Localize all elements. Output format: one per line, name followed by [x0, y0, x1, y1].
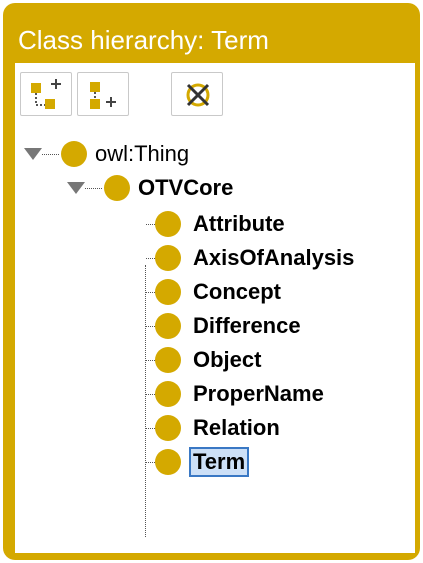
tree-node-relation[interactable]: Relation: [15, 413, 415, 443]
node-label: ProperName: [193, 381, 324, 406]
node-label: OTVCore: [138, 175, 234, 200]
toolbar: [15, 63, 415, 127]
class-icon: [155, 245, 181, 271]
class-tree: owl:Thing OTVCore Attribute AxisOfAnalys…: [15, 127, 415, 553]
class-icon: [155, 279, 181, 305]
add-subclass-button[interactable]: [20, 72, 72, 116]
node-label: Attribute: [193, 211, 285, 236]
add-subclass-icon: [31, 79, 61, 109]
tree-node-concept[interactable]: Concept: [15, 277, 415, 307]
delete-class-button[interactable]: [171, 72, 223, 116]
tree-node-otvcore[interactable]: OTVCore: [15, 173, 415, 203]
tree-node-attribute[interactable]: Attribute: [15, 209, 415, 239]
tree-node-propername[interactable]: ProperName: [15, 379, 415, 409]
panel-content: owl:Thing OTVCore Attribute AxisOfAnalys…: [15, 63, 415, 553]
tree-connector: [42, 154, 59, 155]
expand-toggle-icon[interactable]: [24, 148, 42, 160]
class-icon: [155, 449, 181, 475]
tree-node-axisofanalysis[interactable]: AxisOfAnalysis: [15, 243, 415, 273]
tree-node-owl-thing[interactable]: owl:Thing: [15, 139, 415, 169]
class-icon: [155, 313, 181, 339]
panel-title: Class hierarchy: Term: [18, 25, 269, 55]
add-sibling-button[interactable]: [77, 72, 129, 116]
class-icon: [155, 415, 181, 441]
node-label: Relation: [193, 415, 280, 440]
node-label: Difference: [193, 313, 301, 338]
delete-class-icon: [186, 83, 210, 107]
node-label: Object: [193, 347, 262, 372]
class-icon: [155, 381, 181, 407]
class-icon: [104, 175, 130, 201]
tree-node-object[interactable]: Object: [15, 345, 415, 375]
node-label: Concept: [193, 279, 281, 304]
tree-connector: [85, 188, 102, 189]
class-icon: [155, 211, 181, 237]
node-label: AxisOfAnalysis: [193, 245, 355, 270]
tree-node-difference[interactable]: Difference: [15, 311, 415, 341]
class-hierarchy-panel: Class hierarchy: Term owl:Thing OTVCore …: [3, 3, 420, 560]
node-label: owl:Thing: [95, 141, 190, 166]
class-icon: [155, 347, 181, 373]
tree-node-term[interactable]: Term: [15, 447, 415, 477]
node-label-selected: Term: [188, 447, 250, 477]
add-sibling-class-icon: [90, 82, 116, 109]
class-icon: [61, 141, 87, 167]
expand-toggle-icon[interactable]: [67, 182, 85, 194]
